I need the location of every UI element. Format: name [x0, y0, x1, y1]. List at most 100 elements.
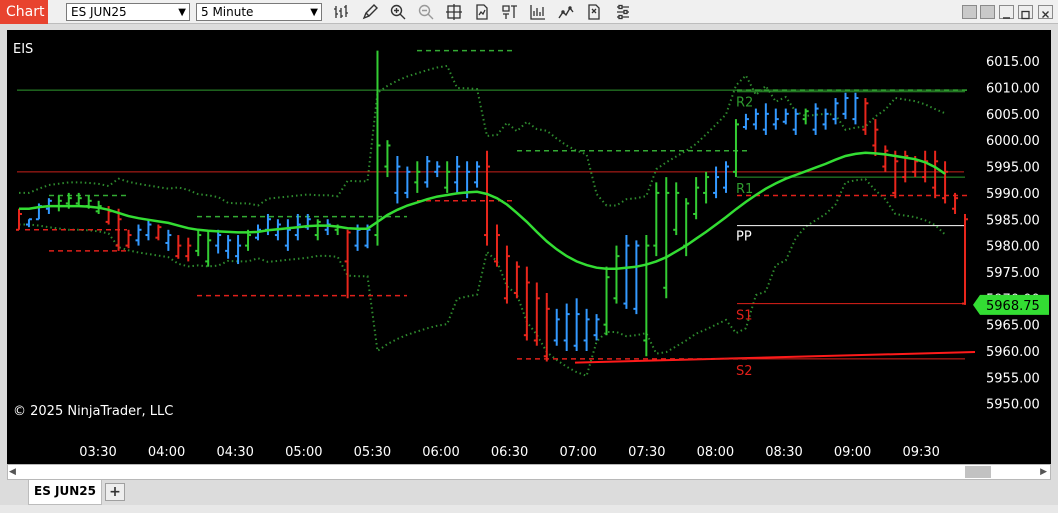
indicators-icon[interactable] — [501, 3, 519, 21]
ohlc-bar — [503, 245, 510, 304]
lower-band — [19, 178, 946, 378]
ohlc-bar — [673, 182, 680, 236]
instrument-selector[interactable]: ES JUN25 ▼ — [66, 3, 190, 21]
y-tick-label: 5990.00 — [986, 187, 1040, 202]
ohlc-bar — [872, 119, 879, 157]
ohlc-bar — [732, 119, 739, 178]
ohlc-bar — [225, 235, 232, 259]
ohlc-bar — [703, 171, 710, 204]
bar-type-icon[interactable] — [332, 3, 350, 21]
ohlc-bar — [772, 108, 779, 130]
pivot-label-r1: R1 — [736, 182, 753, 197]
ohlc-bar — [852, 92, 859, 125]
chart-panel[interactable]: R2 R1 PP S1 S2 6015.00 6010.00 6005.00 6000.00 5… — [7, 30, 1051, 464]
ohlc-bar — [902, 150, 909, 183]
ohlc-bar — [782, 108, 789, 125]
strategies-icon[interactable] — [529, 3, 547, 21]
y-tick-label: 5960.00 — [986, 345, 1040, 360]
ohlc-bar — [563, 303, 570, 351]
ohlc-bar — [663, 177, 670, 299]
chart-window-titlebar: Chart ES JUN25 ▼ 5 Minute ▼ — [0, 0, 1058, 24]
ohlc-bar — [135, 224, 142, 246]
ohlc-bar — [344, 229, 351, 299]
ohlc-bar — [314, 219, 321, 241]
y-tick-label: 5980.00 — [986, 240, 1040, 255]
last-price-value: 5968.75 — [986, 299, 1040, 314]
x-tick-label: 09:30 — [902, 445, 939, 460]
ohlc-bar — [543, 293, 550, 362]
ohlc-bar — [942, 161, 949, 204]
drawing-tool-icon[interactable] — [361, 3, 379, 21]
ohlc-bar — [16, 208, 22, 231]
x-tick-label: 05:30 — [354, 445, 391, 460]
upper-band — [19, 64, 946, 207]
x-tick-label: 03:30 — [79, 445, 116, 460]
close-button[interactable] — [1038, 5, 1053, 19]
x-tick-label: 06:30 — [491, 445, 528, 460]
ohlc-bar — [484, 150, 491, 246]
ohlc-bar — [195, 229, 202, 257]
x-tick-label: 06:00 — [422, 445, 459, 460]
ohlc-bar — [215, 229, 222, 254]
data-series-icon[interactable] — [473, 3, 491, 21]
ohlc-bar — [284, 219, 291, 251]
window-option-button[interactable] — [980, 5, 995, 19]
ohlc-bar — [145, 219, 152, 241]
ohlc-bar — [185, 237, 192, 262]
maximize-button[interactable] — [1018, 5, 1033, 20]
ohlc-bar — [404, 166, 411, 199]
x-tick-label: 05:00 — [285, 445, 322, 460]
x-tick-label: 09:00 — [834, 445, 871, 460]
tab-es-jun25[interactable]: ES JUN25 — [28, 480, 102, 505]
window-option-button[interactable] — [962, 5, 977, 19]
x-tick-label: 04:30 — [216, 445, 253, 460]
ohlc-bar — [713, 166, 720, 199]
status-bar — [0, 505, 1058, 513]
ohlc-bar — [553, 308, 560, 346]
chart-trader-icon[interactable] — [557, 3, 575, 21]
x-tick-label: 07:00 — [559, 445, 596, 460]
instrument-label: EIS — [13, 42, 33, 57]
ohlc-bar — [892, 150, 899, 199]
ohlc-bar — [434, 161, 441, 178]
ohlc-bar — [723, 161, 730, 193]
ohlc-bar — [165, 229, 172, 251]
zoom-in-icon[interactable] — [389, 3, 407, 21]
trend-line — [574, 351, 976, 364]
ohlc-bar — [932, 150, 939, 199]
ohlc-bar — [593, 314, 600, 341]
properties-icon[interactable] — [614, 3, 632, 21]
interval-selector[interactable]: 5 Minute ▼ — [196, 3, 322, 21]
ohlc-bar — [155, 224, 162, 241]
window-title: Chart — [0, 0, 48, 24]
ohlc-bar — [125, 229, 132, 249]
templates-icon[interactable] — [585, 3, 603, 21]
ohlc-bar — [693, 177, 700, 220]
ohlc-bar — [444, 161, 451, 193]
ohlc-bar — [762, 103, 769, 135]
scroll-left-icon[interactable]: ◀ — [9, 467, 16, 477]
y-tick-label: 5955.00 — [986, 371, 1040, 386]
price-chart[interactable]: R2 R1 PP S1 S2 6015.00 6010.00 6005.00 6000.00 5… — [7, 30, 1051, 464]
y-tick-label: 5950.00 — [986, 398, 1040, 413]
zoom-out-icon[interactable] — [417, 3, 435, 21]
ohlc-bar — [414, 161, 421, 193]
ohlc-bar — [603, 266, 610, 336]
ohlc-bar — [613, 245, 620, 304]
ohlc-bar — [832, 98, 839, 125]
scroll-right-icon[interactable]: ▶ — [1040, 467, 1047, 477]
ohlc-bar — [792, 108, 799, 135]
crosshair-icon[interactable] — [445, 3, 463, 21]
ohlc-bar — [742, 113, 749, 130]
ohlc-bar — [962, 213, 968, 305]
ohlc-bar — [583, 308, 590, 351]
instrument-selector-value: ES JUN25 — [71, 5, 127, 19]
interval-selector-value: 5 Minute — [201, 5, 254, 19]
horizontal-scrollbar[interactable]: ◀ ▶ — [7, 464, 1051, 480]
minimize-button[interactable] — [999, 5, 1014, 19]
ohlc-bar — [633, 240, 640, 315]
y-tick-label: 5975.00 — [986, 266, 1040, 281]
ohlc-bar — [394, 156, 401, 204]
add-tab-button[interactable]: + — [105, 483, 125, 501]
scrollbar-thumb[interactable] — [965, 466, 991, 478]
